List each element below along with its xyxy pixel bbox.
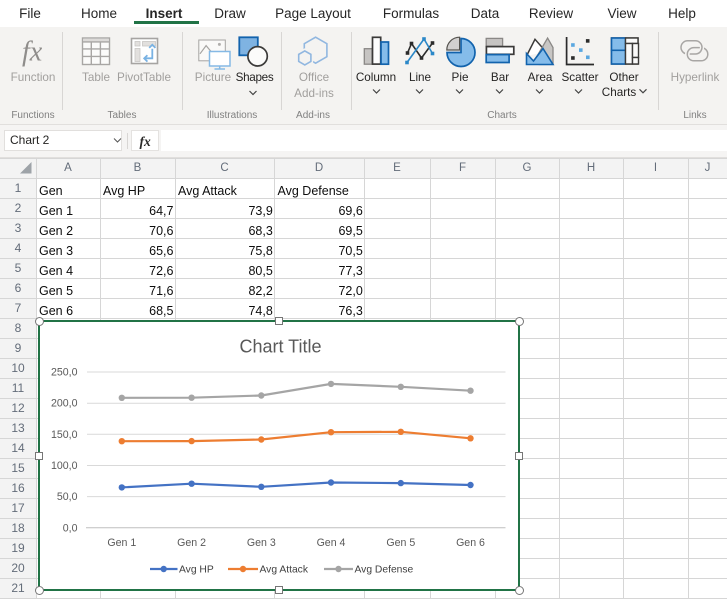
svg-text:fx: fx (140, 134, 151, 149)
svg-text:fx: fx (22, 37, 43, 68)
